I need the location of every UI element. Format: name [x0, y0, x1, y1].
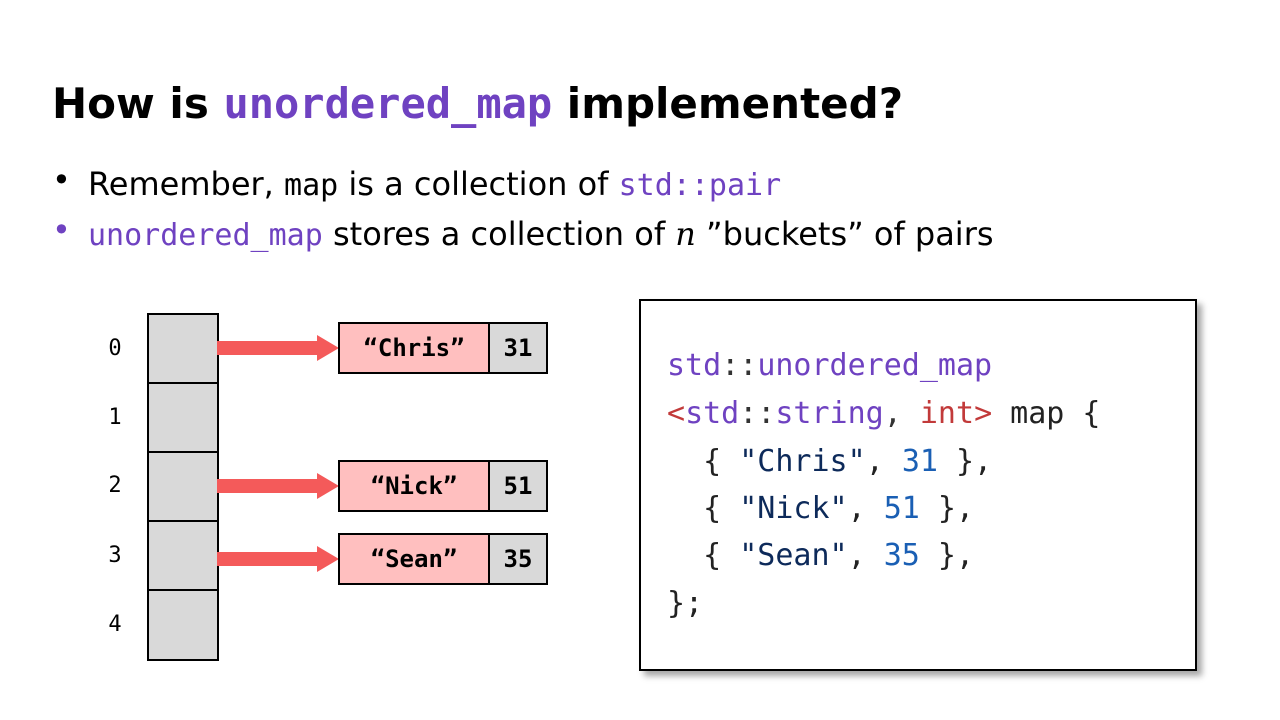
code-token: }, [919, 538, 975, 573]
code-token: :: [739, 396, 776, 431]
title-suffix: implemented? [552, 79, 904, 128]
code-token: "Nick" [739, 491, 848, 526]
bullet-dot: • [52, 211, 71, 249]
pair-key: “Nick” [338, 460, 490, 512]
code-token: , [847, 538, 884, 573]
code-token: { [667, 491, 740, 526]
bullet-text: unordered_map stores a collection of n ”… [88, 214, 994, 256]
bucket-arrow [217, 473, 339, 499]
code-token: { [667, 444, 740, 479]
bucket-cell [147, 589, 219, 661]
bullet-text-part: Remember, [88, 165, 285, 203]
code-token: 31 [901, 444, 938, 479]
bucket-cell [147, 451, 219, 523]
code-token: map { [992, 396, 1101, 431]
code-box: std::unordered_map <std::string, int> ma… [639, 299, 1197, 671]
slide-title: How is unordered_map implemented? [52, 76, 903, 132]
bucket-cell [147, 520, 219, 592]
pair-value: 35 [490, 533, 548, 585]
title-prefix: How is [52, 79, 224, 128]
code-token: , [883, 396, 920, 431]
code-line-type: std::unordered_map [667, 346, 992, 386]
code-token: }, [937, 444, 993, 479]
code-token: :: [721, 348, 758, 383]
pair-key: “Chris” [338, 322, 490, 374]
bullet-text-part: is a collection of [338, 165, 619, 203]
bucket-index: 1 [108, 405, 122, 430]
bullet-dot: • [52, 161, 71, 199]
bullet-math-n: n [675, 215, 696, 253]
pair-value: 51 [490, 460, 548, 512]
bullet-code-pair: std::pair [618, 168, 782, 203]
bucket-index: 3 [108, 543, 122, 568]
code-token: { [667, 538, 740, 573]
code-token: }, [919, 491, 975, 526]
code-line-entry: { "Chris", 31 }, [667, 442, 992, 482]
code-token: , [865, 444, 902, 479]
code-token: unordered_map [757, 348, 993, 383]
code-token: string [775, 396, 884, 431]
bullet-text-part: stores a collection of [322, 215, 676, 253]
code-token: 51 [883, 491, 920, 526]
code-line-entry: { "Sean", 35 }, [667, 536, 974, 576]
title-code: unordered_map [223, 79, 553, 128]
code-token: , [847, 491, 884, 526]
bucket-cell [147, 313, 219, 385]
code-line-close: }; [667, 586, 704, 621]
code-line-entry: { "Nick", 51 }, [667, 489, 974, 529]
bucket-arrow [217, 335, 339, 361]
bucket-index: 0 [108, 336, 122, 361]
bullet-text: Remember, map is a collection of std::pa… [88, 164, 781, 206]
bucket-index: 2 [108, 473, 122, 498]
pair-key: “Sean” [338, 533, 490, 585]
bullet-code-map: map [284, 168, 339, 203]
code-token: std [667, 348, 722, 383]
pair-value: 31 [490, 322, 548, 374]
code-token: 35 [883, 538, 920, 573]
code-token: "Sean" [739, 538, 848, 573]
code-token: > [974, 396, 993, 431]
bucket-arrow [217, 546, 339, 572]
code-token: < [667, 396, 686, 431]
code-token: int [919, 396, 975, 431]
bucket-cell [147, 382, 219, 454]
code-token: std [685, 396, 740, 431]
code-token: "Chris" [739, 444, 866, 479]
bullet-text-part: ”buckets” of pairs [695, 215, 994, 253]
bullet-code-unordered-map: unordered_map [88, 218, 323, 253]
bucket-index: 4 [108, 612, 122, 637]
code-line-template: <std::string, int> map { [667, 394, 1101, 434]
